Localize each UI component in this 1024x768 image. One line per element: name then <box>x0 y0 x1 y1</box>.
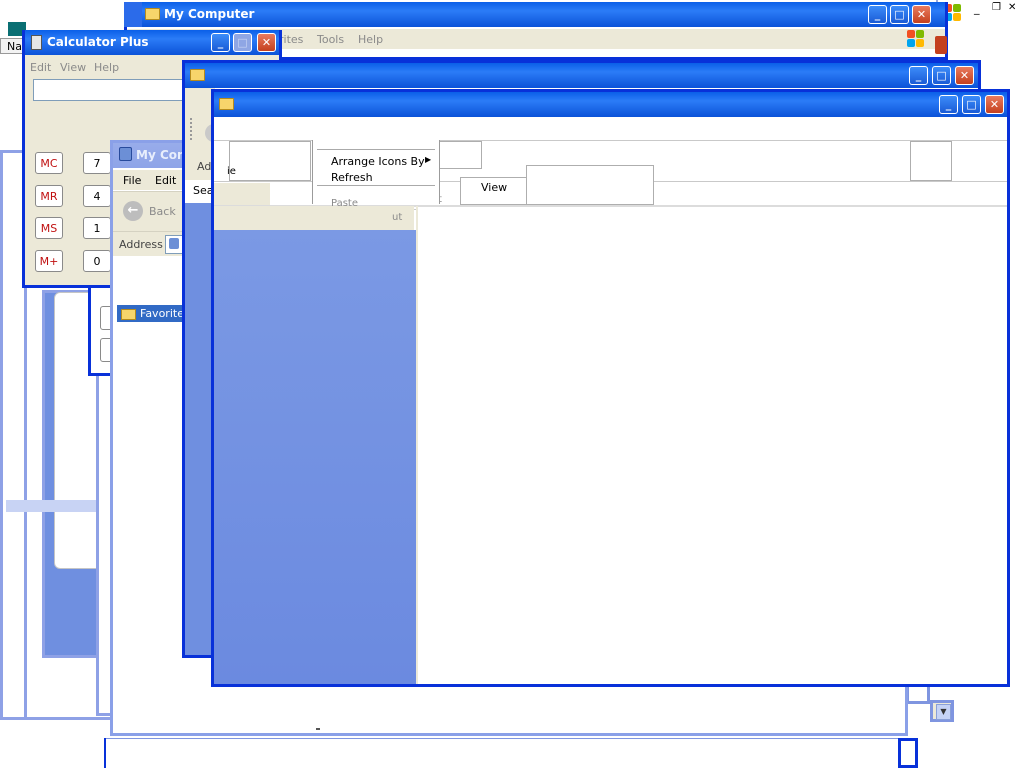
ghost-bottom-box <box>898 738 918 768</box>
title-bar[interactable]: Calculator Plus _ □ ✕ <box>25 30 279 55</box>
titlebar-fragment <box>124 2 142 27</box>
menu-edit[interactable]: Edit <box>30 61 51 74</box>
ghost-bottom-line <box>104 738 904 739</box>
menu-separator <box>317 185 435 186</box>
view-label: View <box>481 181 508 194</box>
memory-recall-button[interactable]: MR <box>35 185 63 207</box>
menu-item-paste[interactable]: Paste <box>331 198 358 209</box>
minimize-button[interactable]: _ <box>939 95 958 114</box>
address-label: Address <box>119 238 163 251</box>
folder-icon <box>190 69 205 81</box>
toolbar-handle <box>190 118 194 140</box>
memory-clear-button[interactable]: MC <box>35 152 63 174</box>
task-pane <box>214 230 416 684</box>
menu-file[interactable]: File <box>123 174 141 187</box>
back-arrow-icon: ← <box>123 201 143 221</box>
menu-item-arrange-icons-by[interactable]: Arrange Icons By <box>331 155 425 168</box>
digit-0-button[interactable]: 0 <box>83 250 111 272</box>
minimize-glyph[interactable]: _ <box>974 2 980 15</box>
menu-separator <box>317 149 435 150</box>
maximize-button[interactable]: □ <box>890 5 909 24</box>
back-button[interactable]: Back <box>149 205 176 218</box>
my-computer-icon <box>119 147 132 161</box>
folder-window-2: _ □ ✕ ie t View ut Arrange Icons By ▶ Re… <box>211 89 1010 687</box>
address-strip: ut <box>214 206 414 230</box>
title-bar[interactable]: _ □ ✕ <box>185 63 978 88</box>
minimize-button[interactable]: _ <box>909 66 928 85</box>
text-fragment: ie <box>227 166 236 177</box>
scroll-down-arrow-icon: ▼ <box>936 704 951 720</box>
folder-icon <box>121 309 136 320</box>
close-button[interactable]: ✕ <box>985 95 1004 114</box>
close-button[interactable]: ✕ <box>912 5 931 24</box>
close-icon[interactable]: ✕ <box>1008 2 1016 13</box>
restore-icon[interactable]: ❐ <box>992 2 1001 13</box>
digit-7-button[interactable]: 7 <box>83 152 111 174</box>
window-title: Calculator Plus <box>47 35 149 49</box>
window-title: My Computer <box>164 7 255 21</box>
minimize-button[interactable]: _ <box>868 5 887 24</box>
menu-help[interactable]: Help <box>358 33 383 46</box>
maximize-button[interactable]: □ <box>233 33 252 52</box>
title-bar[interactable]: My Computer _ □ ✕ <box>127 2 945 27</box>
maximize-button[interactable]: □ <box>962 95 981 114</box>
folder-icon <box>145 8 160 20</box>
toolbar-cell <box>229 141 311 181</box>
menu-view[interactable]: View <box>60 61 86 74</box>
ghost-strip <box>6 500 106 512</box>
maximize-button[interactable]: □ <box>932 66 951 85</box>
favorites-item[interactable]: Favorites <box>117 305 190 322</box>
ghost-right-frame <box>906 684 930 704</box>
toolbar-cell <box>526 165 654 205</box>
toolbar-strip <box>214 183 270 205</box>
digit-4-button[interactable]: 4 <box>83 185 111 207</box>
menu-help[interactable]: Help <box>94 61 119 74</box>
windows-logo-icon <box>907 30 925 48</box>
toolbar-cell <box>438 141 482 169</box>
file-list-view[interactable] <box>418 208 1007 684</box>
minimize-button[interactable]: _ <box>211 33 230 52</box>
calculator-icon <box>31 35 42 50</box>
toolbar-cell <box>910 141 952 181</box>
menu-favorites[interactable]: rites <box>279 33 303 46</box>
folder-icon <box>219 98 234 110</box>
submenu-arrow-icon: ▶ <box>425 155 432 164</box>
my-computer-icon <box>169 238 179 249</box>
ghost-bottom-vert <box>104 738 106 768</box>
memory-store-button[interactable]: MS <box>35 217 63 239</box>
text-fragment: ut <box>392 212 403 223</box>
title-bar[interactable]: _ □ ✕ <box>214 92 1007 117</box>
right-window-frame: _ ❐ ✕ <box>936 0 1024 62</box>
side-panel <box>185 203 213 655</box>
menu-item-refresh[interactable]: Refresh <box>331 171 373 184</box>
memory-add-button[interactable]: M+ <box>35 250 63 272</box>
context-menu: Arrange Icons By ▶ Refresh Paste <box>312 140 440 209</box>
address-label-fragment: Ad <box>197 160 212 173</box>
view-menu-tab[interactable]: View <box>460 177 528 205</box>
menu-tools[interactable]: Tools <box>317 33 344 46</box>
scroll-marker <box>316 728 320 730</box>
menu-edit[interactable]: Edit <box>155 174 176 187</box>
close-button[interactable]: ✕ <box>257 33 276 52</box>
digit-1-button[interactable]: 1 <box>83 217 111 239</box>
close-button-fragment <box>935 36 947 54</box>
close-button[interactable]: ✕ <box>955 66 974 85</box>
